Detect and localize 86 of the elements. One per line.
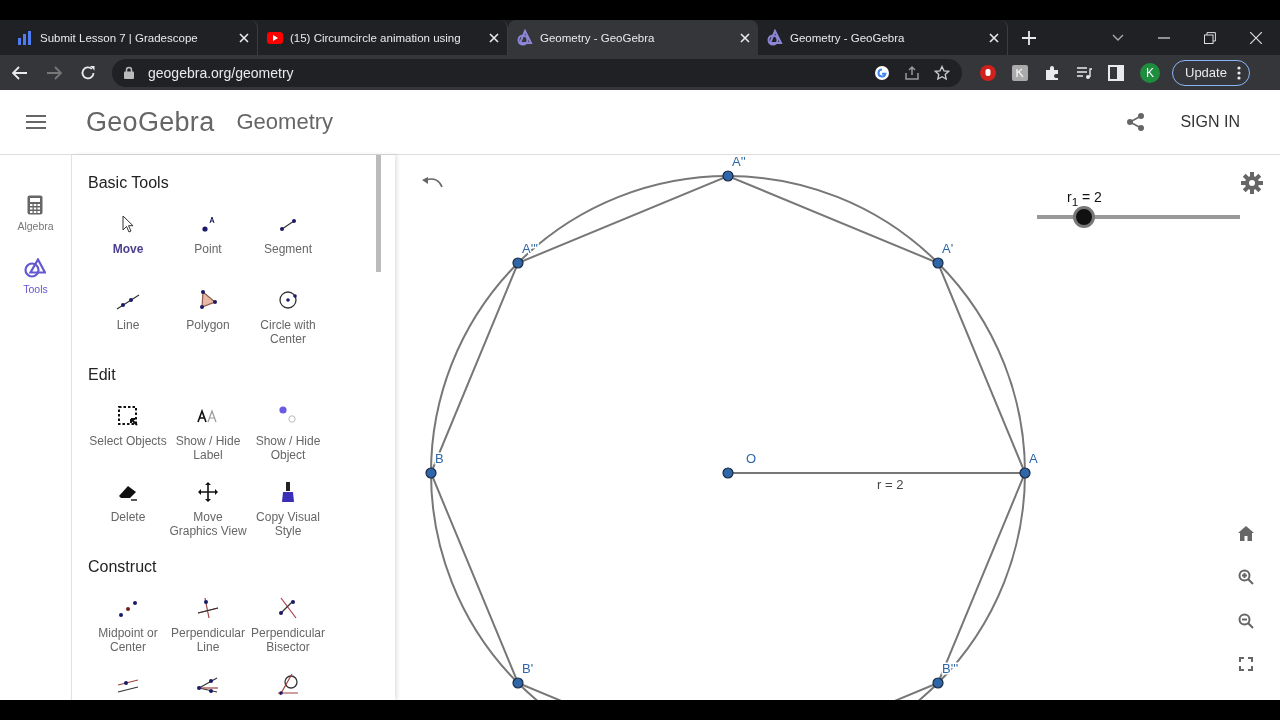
tab-title: (15) Circumcircle animation using — [290, 31, 462, 44]
tool-button[interactable]: Perpendicular Bisector — [248, 596, 328, 672]
triangle-circle-icon — [24, 258, 47, 278]
point-label: A — [1029, 451, 1038, 466]
app-title: Geometry — [236, 109, 334, 135]
menu-icon[interactable] — [26, 115, 46, 129]
logo[interactable]: GeoGebra — [86, 106, 215, 138]
chevron-down-icon[interactable] — [1112, 33, 1124, 42]
scrollbar-thumb[interactable] — [376, 155, 381, 272]
tool-button[interactable]: Copy Visual Style — [248, 480, 328, 556]
slider-label: r$_{1}$ = 2 — [1067, 189, 1102, 208]
tool-button[interactable]: Show / Hide Object — [248, 404, 328, 480]
circle-center-icon — [276, 288, 300, 312]
tool-button[interactable]: Move Graphics View — [168, 480, 248, 556]
point-label: B' — [522, 661, 534, 676]
restore-icon[interactable] — [1204, 31, 1216, 44]
calculator-icon — [27, 195, 44, 215]
zoom-out-icon[interactable] — [1238, 613, 1254, 629]
zoom-in-icon[interactable] — [1238, 569, 1254, 585]
side-panel-icon[interactable] — [1108, 64, 1124, 81]
share-icon[interactable] — [1126, 112, 1147, 132]
point[interactable] — [932, 257, 944, 269]
lock-icon — [124, 66, 134, 79]
share-icon[interactable] — [904, 64, 920, 81]
point[interactable] — [512, 677, 524, 689]
more-vertical-icon — [1236, 65, 1241, 80]
point-label: O — [746, 451, 757, 466]
tool-button[interactable]: Segment — [248, 212, 328, 288]
radius-label: r = 2 — [877, 477, 904, 492]
tab-title: Geometry - GeoGebra — [540, 31, 656, 44]
address-field[interactable]: geogebra.org/geometry — [112, 58, 962, 87]
close-icon[interactable] — [989, 32, 999, 43]
tangent-circle-icon — [276, 672, 300, 696]
settings-icon[interactable] — [1241, 172, 1263, 194]
bar-chart-icon — [16, 28, 34, 47]
extension-tile-icon[interactable] — [1012, 64, 1028, 81]
rail-tab[interactable]: Tools — [23, 258, 48, 295]
point[interactable] — [425, 467, 437, 479]
point[interactable] — [512, 257, 524, 269]
point[interactable] — [722, 170, 734, 182]
close-icon[interactable] — [489, 32, 499, 43]
section-heading: Edit — [88, 365, 117, 385]
perpendicular-line-icon — [196, 596, 220, 620]
tool-button[interactable]: Circle with Center — [248, 288, 328, 364]
tool-button[interactable]: Polygon — [168, 288, 248, 364]
point-label: B — [435, 451, 444, 466]
star-icon[interactable] — [934, 64, 950, 81]
point-label: A' — [942, 241, 954, 256]
tool-button[interactable]: Show / Hide Label — [168, 404, 248, 480]
google-icon[interactable] — [874, 64, 890, 81]
back-arrow-icon[interactable] — [12, 65, 28, 80]
close-icon[interactable] — [740, 32, 750, 43]
forward-arrow-icon[interactable] — [46, 65, 62, 80]
home-icon[interactable] — [1238, 526, 1254, 541]
sign-in-button[interactable]: SIGN IN — [1180, 113, 1240, 131]
tool-button[interactable]: Line — [88, 288, 168, 364]
tool-button[interactable]: Move — [88, 212, 168, 288]
tool-button[interactable]: Perpendicular Line — [168, 596, 248, 672]
minimize-icon[interactable] — [1158, 36, 1170, 39]
url-text: geogebra.org/geometry — [148, 64, 294, 81]
close-icon[interactable] — [1250, 31, 1262, 44]
tab-title: Geometry - GeoGebra — [790, 31, 906, 44]
tool-button[interactable]: Midpoint or Center — [88, 596, 168, 672]
puzzle-icon[interactable] — [1044, 64, 1060, 81]
rail-tab[interactable]: Algebra — [17, 195, 54, 232]
tool-button[interactable]: Select Objects — [88, 404, 168, 480]
point-label: A'' — [732, 155, 746, 169]
section-heading: Basic Tools — [88, 173, 170, 193]
plus-icon[interactable] — [1022, 31, 1036, 45]
tool-button[interactable]: Point — [168, 212, 248, 288]
browser-tab[interactable]: Geometry - GeoGebra — [508, 20, 758, 55]
fullscreen-icon[interactable] — [1239, 657, 1253, 671]
move-arrows-icon — [196, 480, 220, 504]
reload-icon[interactable] — [80, 64, 96, 81]
point[interactable] — [932, 677, 944, 689]
selection-rectangle-icon — [116, 404, 140, 428]
section-heading: Construct — [88, 557, 158, 577]
slider-thumb[interactable] — [1073, 206, 1095, 228]
tool-button[interactable]: Delete — [88, 480, 168, 556]
playlist-icon[interactable] — [1076, 64, 1092, 81]
hand-icon[interactable] — [980, 64, 996, 81]
close-icon[interactable] — [239, 32, 249, 43]
profile-avatar[interactable]: K — [1140, 62, 1160, 83]
point[interactable] — [722, 467, 734, 479]
tab-title: Submit Lesson 7 | Gradescope — [40, 31, 199, 44]
point[interactable] — [1019, 467, 1031, 479]
